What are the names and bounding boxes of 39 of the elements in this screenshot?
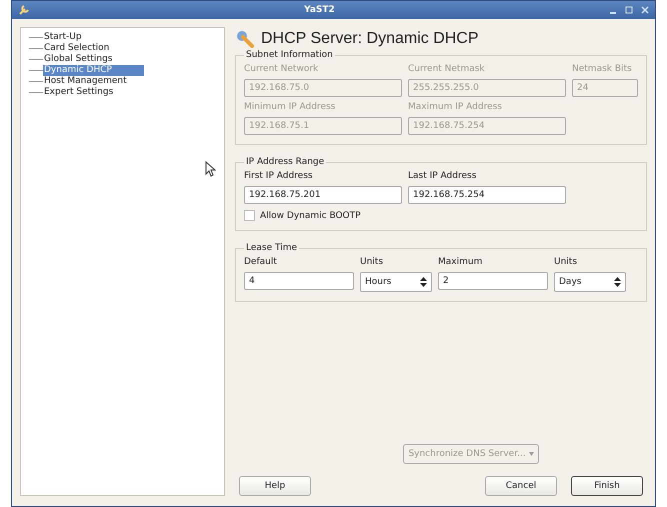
dropdown[interactable]: Hours [360, 272, 432, 292]
dropdown-arrow-icon [528, 452, 534, 456]
group-title: Lease Time [245, 243, 298, 253]
field-label: Netmask Bits [572, 63, 633, 76]
dialog-button[interactable]: Finish [571, 476, 643, 496]
checkbox-label: Allow Dynamic BOOTP [260, 210, 361, 220]
up-down-arrows-icon [614, 277, 621, 287]
field-label: Maximum IP Address [408, 101, 503, 114]
tree-item[interactable]: Expert Settings [43, 87, 126, 98]
tree-item[interactable]: Dynamic DHCP [43, 65, 144, 76]
field-label: Default [244, 256, 278, 269]
tree-item[interactable]: Host Management [43, 76, 139, 87]
mouse-pointer-icon [205, 161, 216, 177]
text-field[interactable]: 192.168.75.201 [244, 186, 402, 204]
field-label: Units [360, 256, 384, 269]
field-label: Current Netmask [408, 63, 486, 76]
field-label: Current Network [244, 63, 320, 76]
tree-item[interactable]: Start-Up [43, 32, 94, 43]
tree-item[interactable]: Global Settings [43, 54, 124, 65]
window-title: YaST2 [303, 5, 336, 15]
field-label: Maximum [438, 256, 484, 269]
text-field[interactable]: 4 [244, 272, 354, 290]
field-label: Last IP Address [408, 170, 478, 183]
group-title: IP Address Range [245, 157, 326, 167]
field-label: First IP Address [244, 170, 314, 183]
field-label: Units [554, 256, 578, 269]
maximize-icon[interactable] [625, 6, 633, 14]
dialog-button[interactable]: Cancel [485, 476, 557, 496]
text-field[interactable]: 2 [438, 272, 548, 290]
group-title: Subnet Information [245, 50, 334, 60]
close-icon[interactable] [641, 6, 649, 14]
checkbox[interactable] [244, 210, 255, 221]
dialog-button[interactable]: Help [239, 476, 311, 496]
page-heading: DHCP Server: Dynamic DHCP [261, 30, 479, 48]
dropdown[interactable]: Days [554, 272, 626, 292]
up-down-arrows-icon [420, 277, 427, 287]
tree-item[interactable]: Card Selection [43, 43, 122, 54]
text-field[interactable]: 192.168.75.254 [408, 186, 566, 204]
field-label: Minimum IP Address [244, 101, 336, 114]
